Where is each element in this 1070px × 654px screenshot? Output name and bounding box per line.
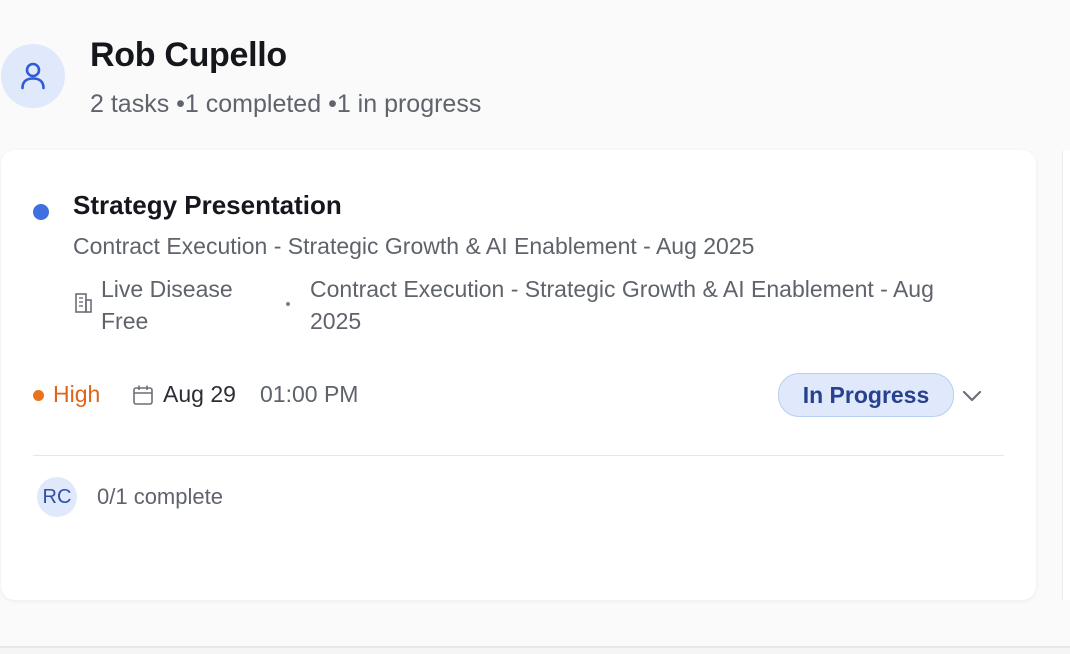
task-summary: 2 tasks •1 completed •1 in progress: [90, 90, 481, 119]
project-name: Contract Execution - Strategic Growth & …: [310, 276, 934, 334]
progress-text: 0/1 complete: [97, 484, 223, 509]
card-divider: [33, 455, 1004, 456]
person-name: Rob Cupello: [90, 36, 287, 74]
task-title[interactable]: Strategy Presentation: [73, 190, 342, 221]
next-card-edge: [1062, 150, 1070, 600]
task-subtitle: Contract Execution - Strategic Growth & …: [73, 233, 755, 259]
separator-dot: [286, 302, 290, 306]
priority-label: High: [53, 381, 101, 407]
assignee-avatar: RC: [37, 477, 77, 517]
chevron-down-icon[interactable]: [960, 384, 984, 408]
building-icon: [75, 293, 92, 313]
status-badge[interactable]: In Progress: [778, 373, 954, 417]
avatar: [1, 44, 65, 108]
calendar-icon: [133, 385, 153, 405]
completed-count: •1 completed: [176, 90, 322, 118]
priority-dot: [33, 390, 44, 401]
task-count: 2 tasks: [90, 90, 170, 118]
due-date: Aug 29: [163, 381, 236, 407]
panel-bottom-border: [0, 646, 1070, 648]
organization-name: Live Disease Free: [101, 276, 233, 334]
task-status-dot: [33, 204, 49, 220]
user-icon: [21, 62, 45, 90]
in-progress-count: •1 in progress: [328, 90, 482, 118]
due-time: 01:00 PM: [260, 381, 359, 407]
